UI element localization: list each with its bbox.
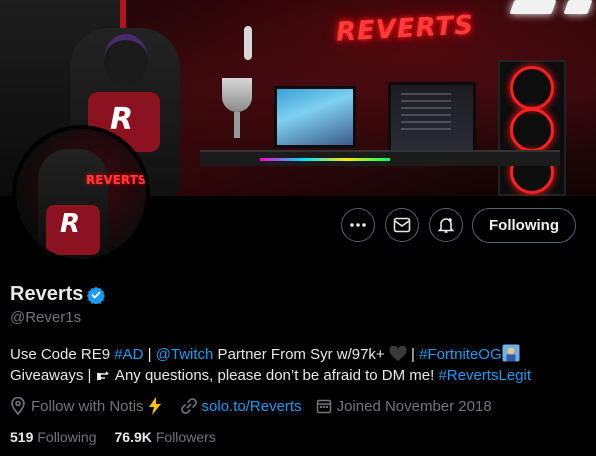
joined-text: Joined November 2018 — [336, 397, 492, 415]
link-icon — [180, 398, 197, 414]
bio: Use Code RE9 #AD | @Twitch Partner From … — [10, 344, 570, 386]
calendar-icon — [316, 399, 331, 414]
monitor-left — [274, 86, 356, 148]
hashtag-link[interactable]: #RevertsLegit — [438, 367, 531, 384]
ceiling-light — [509, 0, 557, 14]
following-label: Following — [37, 429, 97, 445]
location-item: Follow with Notis — [10, 397, 167, 415]
followers-stat[interactable]: 76.9K Followers — [115, 429, 216, 445]
avatar-neon-sign: REVERTS — [86, 173, 146, 187]
hashtag-link[interactable]: #FortniteOG — [419, 346, 502, 363]
followers-count: 76.9K — [114, 429, 152, 445]
bio-text: | — [143, 346, 156, 363]
pointing-hand-icon — [96, 371, 109, 380]
hashtag-link[interactable]: #AD — [114, 346, 143, 363]
display-name: Reverts — [10, 283, 84, 305]
profile-avatar[interactable]: R REVERTS — [12, 125, 150, 263]
bio-text: | — [406, 346, 420, 363]
character-head — [104, 34, 148, 86]
follow-stats: 519 Following 76.9K Followers — [10, 429, 234, 445]
profile-meta: Follow with Notis solo.to/Reverts Joined… — [10, 397, 506, 415]
following-stat[interactable]: 519 Following — [10, 429, 97, 445]
location-text: Follow with Notis — [31, 397, 144, 415]
following-count: 519 — [10, 429, 34, 445]
envelope-icon — [393, 217, 411, 233]
fortnite-hashflag-icon — [502, 344, 520, 362]
trophy — [222, 78, 252, 112]
bio-text: Giveaways | — [10, 367, 96, 384]
bio-text: Use Code RE9 — [10, 346, 115, 363]
followers-label: Followers — [155, 429, 216, 445]
location-pin-icon — [11, 397, 25, 415]
more-icon — [350, 223, 366, 227]
trophy-stem — [234, 112, 240, 138]
bio-text: Any questions, please don’t be afraid to… — [111, 367, 439, 384]
website-item[interactable]: solo.to/Reverts — [180, 398, 302, 415]
mention-link[interactable]: @Twitch — [156, 346, 214, 363]
monitor-right — [388, 82, 476, 158]
following-button[interactable]: Following — [472, 208, 576, 243]
rgb-fan — [510, 66, 554, 110]
black-heart-icon — [389, 346, 407, 361]
message-button[interactable] — [385, 208, 419, 242]
character-logo: R — [110, 102, 134, 137]
joined-item: Joined November 2018 — [316, 398, 492, 415]
rgb-fan — [510, 108, 554, 152]
lightning-icon — [148, 397, 161, 415]
ceiling-light — [563, 0, 593, 14]
verified-badge-icon[interactable] — [87, 286, 106, 304]
bio-text: Partner From Syr w/97k+ — [213, 346, 389, 363]
bell-plus-icon — [437, 218, 455, 233]
microphone — [244, 26, 252, 60]
avatar-logo: R — [60, 209, 81, 239]
notifications-button[interactable] — [429, 208, 463, 242]
more-button[interactable] — [341, 208, 375, 242]
handle: @Rever1s — [10, 309, 82, 326]
avatar-character: R — [38, 149, 108, 259]
rgb-light-strip — [260, 158, 390, 161]
avatar-image: R REVERTS — [16, 129, 146, 259]
website-link[interactable]: solo.to/Reverts — [202, 398, 302, 415]
name-row: Reverts — [10, 283, 106, 306]
